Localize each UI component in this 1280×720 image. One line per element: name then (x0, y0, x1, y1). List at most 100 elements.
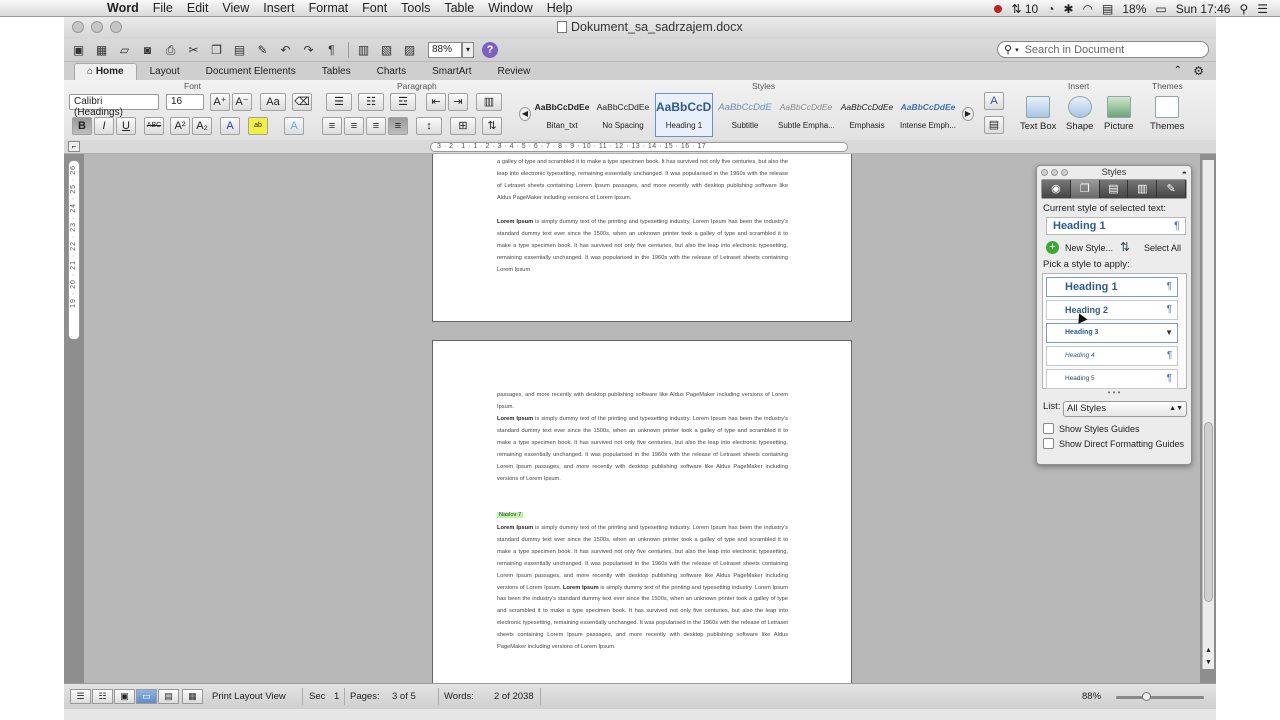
body-paragraph[interactable]: Lorem Ipsum is simply dummy text of the … (497, 217, 788, 277)
style-subtle-emphasis[interactable]: AaBbCcDdEe Subtle Empha... (777, 93, 835, 137)
sync-icon[interactable]: ⇅ 10 (1011, 2, 1038, 16)
toolbox-icon[interactable]: ▧ (376, 41, 397, 59)
style-item-heading-3[interactable]: Heading 3 ▼ (1046, 323, 1178, 343)
templates-icon[interactable]: ▦ (91, 41, 112, 59)
tab-tables[interactable]: Tables (309, 63, 364, 80)
menu-insert[interactable]: Insert (256, 1, 301, 15)
underline-button[interactable]: U (116, 117, 136, 135)
scrollbar-thumb[interactable] (1204, 422, 1213, 602)
styles-scroll-right-icon[interactable]: ▶ (962, 107, 974, 121)
horizontal-ruler[interactable]: 3 · 2 · 1 · 1 · 2 · 3 · 4 · 5 · 6 · 7 · … (430, 142, 848, 152)
select-all-button[interactable]: Select All (1144, 243, 1181, 253)
borders-icon[interactable]: ⊞ (450, 117, 476, 135)
multilevel-list-icon[interactable]: ☲ (390, 93, 416, 111)
palette-collapse-icon[interactable]: ◓ (1182, 167, 1187, 180)
body-paragraph[interactable]: Lorem Ipsum is simply dummy text of the … (497, 414, 788, 485)
style-list[interactable]: Heading 1 ¶ Heading 2 ¶ Heading 3 ▼ Heading… (1042, 273, 1187, 389)
style-heading-1[interactable]: AaBbCcDd Heading 1 (655, 93, 713, 137)
vertical-scrollbar[interactable]: ▲ ▼ (1202, 160, 1214, 669)
themes-button[interactable]: Themes (1150, 96, 1184, 132)
palette-zoom-icon[interactable] (1061, 169, 1068, 176)
columns-icon[interactable]: ▥ (476, 93, 502, 111)
superscript-button[interactable]: A² (170, 117, 190, 135)
font-name-select[interactable]: Calibri (Headings) (69, 94, 159, 118)
list-icon[interactable]: ☰ (1257, 2, 1268, 16)
open-folder-icon[interactable]: ▱ (114, 41, 135, 59)
increase-indent-icon[interactable]: ⇥ (448, 93, 468, 111)
show-styles-guides-option[interactable]: Show Styles Guides (1043, 423, 1191, 434)
show-styles-guides-checkbox[interactable] (1043, 423, 1054, 434)
publishing-view-icon[interactable]: ▣ (114, 689, 135, 704)
subscript-button[interactable]: A₂ (192, 117, 212, 135)
text-effects-icon[interactable]: A (284, 117, 304, 135)
help-icon[interactable]: ? (482, 42, 498, 58)
body-paragraph[interactable]: a galley of type and scrambled it to mak… (497, 157, 788, 205)
tab-home[interactable]: ⌂ Home (74, 63, 137, 80)
text-box-button[interactable]: Text Box (1020, 96, 1056, 132)
list-filter-select[interactable]: All Styles ▲▼ (1063, 401, 1187, 417)
copy-icon[interactable]: ❐ (206, 41, 227, 59)
style-intense-emphasis[interactable]: AaBbCcDdEe Intense Emph... (899, 93, 957, 137)
tab-styles-icon[interactable]: ❐ (1070, 180, 1100, 198)
select-all-icon[interactable]: ⇅ (1120, 240, 1130, 254)
show-direct-formatting-checkbox[interactable] (1043, 438, 1054, 449)
style-emphasis[interactable]: AaBbCcDdEe Emphasis (838, 93, 896, 137)
search-field[interactable]: ⚲ ▾ Search in Document (997, 41, 1209, 58)
full-screen-view-icon[interactable]: ▦ (182, 689, 203, 704)
vertical-ruler[interactable]: 19 · 20 · 21 · 22 · 23 · 24 · 25 · 26 (68, 160, 80, 340)
manage-styles-icon[interactable]: A (984, 92, 1004, 110)
redo-icon[interactable]: ↷ (298, 41, 319, 59)
zoom-slider[interactable] (1116, 692, 1204, 701)
minimize-window-icon[interactable] (91, 21, 103, 33)
menu-format[interactable]: Format (302, 1, 356, 15)
tab-stop-selector-icon[interactable]: ⌐ (68, 141, 80, 152)
print-icon[interactable]: ⎙ (160, 41, 181, 59)
tab-smartart[interactable]: SmartArt (419, 63, 484, 80)
page-3[interactable]: a galley of type and scrambled it to mak… (432, 154, 852, 322)
tab-formatting-palette-icon[interactable]: ◉ (1042, 180, 1071, 198)
resize-grip-icon[interactable]: • • • (1037, 389, 1191, 397)
menu-tools[interactable]: Tools (394, 1, 437, 15)
align-right-icon[interactable]: ≡ (366, 117, 386, 135)
menu-help[interactable]: Help (540, 1, 580, 15)
clock[interactable]: Sun 17:46 (1176, 2, 1231, 16)
menu-edit[interactable]: Edit (180, 1, 216, 15)
time-machine-icon[interactable]: ◔ (1047, 2, 1054, 16)
gear-icon[interactable]: ⚙ (1193, 64, 1204, 78)
record-icon[interactable] (994, 4, 1003, 13)
strikethrough-button[interactable]: ABC (144, 117, 164, 135)
pages-value[interactable]: 3 of 5 (392, 691, 416, 702)
numbering-icon[interactable]: ☷ (358, 93, 384, 111)
undo-icon[interactable]: ↶ (275, 41, 296, 59)
styles-pane-icon[interactable]: ▤ (984, 116, 1004, 134)
zoom-field[interactable]: 88% (428, 42, 462, 58)
menu-table[interactable]: Table (437, 1, 481, 15)
tab-reference-tools-icon[interactable]: ▥ (1128, 180, 1158, 198)
font-color-icon[interactable]: A (220, 117, 240, 135)
new-style-button[interactable]: New Style... (1065, 243, 1113, 253)
style-no-spacing[interactable]: AaBbCcDdEe No Spacing (594, 93, 652, 137)
cut-icon[interactable]: ✂ (183, 41, 204, 59)
menu-window[interactable]: Window (481, 1, 539, 15)
scroll-up-icon[interactable]: ▲ (1203, 645, 1214, 656)
tab-review[interactable]: Review (485, 63, 544, 80)
line-spacing-icon[interactable]: ↕ (416, 117, 442, 135)
shape-button[interactable]: Shape (1066, 96, 1093, 132)
zoom-dropdown-icon[interactable]: ▾ (462, 42, 474, 58)
chevron-down-icon[interactable]: ▼ (1165, 324, 1173, 342)
tab-compatibility-icon[interactable]: ✎ (1157, 180, 1186, 198)
flag-icon[interactable]: ▤ (1102, 2, 1113, 16)
justify-icon[interactable]: ≡ (388, 117, 408, 135)
tab-document-elements[interactable]: Document Elements (193, 63, 309, 80)
outline-view-icon[interactable]: ☷ (92, 689, 113, 704)
highlight-icon[interactable]: ab (248, 117, 268, 135)
sort-icon[interactable]: ⇅ (482, 117, 502, 135)
style-item-heading-1[interactable]: Heading 1 ¶ (1046, 277, 1178, 297)
body-paragraph[interactable]: Lorem Ipsum is simply dummy text of the … (497, 523, 788, 654)
decrease-indent-icon[interactable]: ⇤ (426, 93, 446, 111)
battery-icon[interactable]: ▭ (1155, 2, 1166, 16)
save-icon[interactable]: ◙ (137, 41, 158, 59)
style-item-heading-5[interactable]: Heading 5 ¶ (1046, 369, 1178, 389)
zoom-window-icon[interactable] (110, 21, 122, 33)
clear-formatting-icon[interactable]: ⌫ (292, 93, 312, 111)
